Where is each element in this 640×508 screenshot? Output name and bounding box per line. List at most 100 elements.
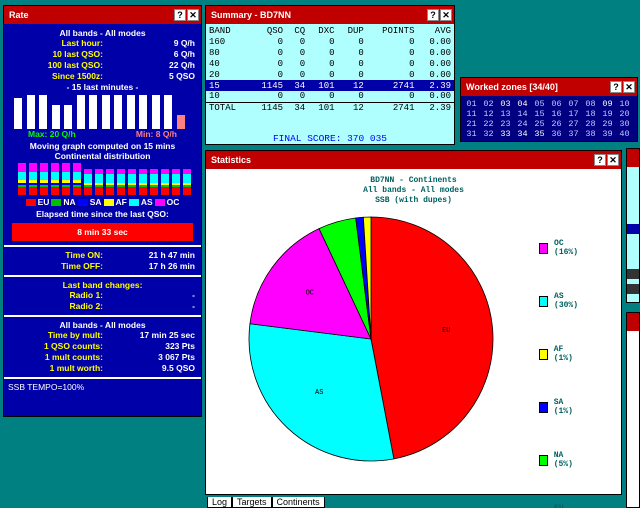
zone-cell: 36: [551, 129, 562, 139]
max-rate-label: Max: 20 Q/h: [28, 129, 76, 139]
pie-legend-label: EU (47%): [554, 504, 581, 508]
minute-bar: [101, 95, 110, 129]
table-cell: 0: [358, 91, 364, 102]
rate-titlebar[interactable]: Rate ? ✕: [4, 6, 201, 24]
rate-stat-row: 10 last QSO: 6 Q/h: [4, 49, 201, 60]
table-row[interactable]: 160 0 0 0 0 0 0.00: [206, 36, 454, 47]
pie-legend-item-na: NA (5%): [539, 451, 576, 469]
partial-window-right[interactable]: [626, 148, 640, 303]
statistics-window[interactable]: Statistics ? ✕ BD7NN - Continents All ba…: [205, 150, 622, 508]
worked-zones-window[interactable]: Worked zones [34/40] ? ✕ 01 02 03 04 05 06 07 0…: [460, 77, 638, 142]
summary-title: Summary - BD7NN: [211, 10, 292, 20]
zone-cell: 35: [534, 129, 545, 139]
table-row[interactable]: 40 0 0 0 0 0 0.00: [206, 58, 454, 69]
continent-bar-segment: [183, 185, 191, 187]
zone-cell: 04: [517, 99, 528, 109]
column-header: BAND: [209, 25, 231, 36]
legend-item-na: NA: [51, 197, 76, 207]
zone-cell: 02: [483, 99, 494, 109]
zone-cell: 27: [568, 119, 579, 129]
table-cell: 0.00: [429, 36, 451, 47]
continent-bar-segment: [40, 172, 48, 180]
elapsed-label: Elapsed time since the last QSO:: [36, 209, 169, 219]
divider: [4, 377, 201, 379]
rate-window[interactable]: Rate ? ✕ All bands - All modes Last hour…: [3, 5, 202, 417]
legend-swatch: [128, 198, 139, 206]
help-icon[interactable]: ?: [174, 9, 186, 21]
zone-cell: 17: [568, 109, 579, 119]
divider: [4, 315, 201, 317]
continent-bar-segment: [139, 174, 147, 183]
mode-tempo-status: SSB TEMPO=100%: [8, 382, 85, 392]
zone-cell: 24: [517, 119, 528, 129]
continent-bar-segment: [161, 174, 169, 183]
partial-window-right-2[interactable]: [626, 312, 640, 508]
zone-cell: 18: [585, 109, 596, 119]
legend-label: SA: [89, 197, 102, 207]
zone-cell: 01: [466, 99, 477, 109]
table-row[interactable]: 20 0 0 0 0 0 0.00: [206, 69, 454, 80]
table-row[interactable]: 10 0 0 0 0 0 0.00: [206, 91, 454, 102]
zone-cell: 31: [466, 129, 477, 139]
table-cell: 160: [209, 36, 226, 47]
table-row[interactable]: 80 0 0 0 0 0 0.00: [206, 47, 454, 58]
table-cell: 0: [409, 58, 415, 69]
zone-cell: 11: [466, 109, 477, 119]
continent-bar-segment: [150, 187, 158, 195]
continent-bar-segment: [29, 172, 37, 180]
rate-rows: Last hour: 9 Q/h 10 last QSO: 6 Q/h 100 last…: [4, 38, 201, 82]
mult-stat-label: 1 QSO counts:: [43, 341, 103, 351]
mult-stat-label: 1 mult counts:: [44, 352, 103, 362]
zone-cell: 33: [500, 129, 511, 139]
close-icon[interactable]: ✕: [187, 9, 199, 21]
table-cell: 20: [209, 69, 220, 80]
help-icon[interactable]: ?: [610, 81, 622, 93]
pie-legend-item-oc: OC (16%): [539, 239, 581, 257]
continent-bar-segment: [161, 169, 169, 174]
continent-bar-segment: [62, 163, 70, 172]
tab-log[interactable]: Log: [207, 497, 233, 508]
legend-swatch: [25, 198, 36, 206]
time-off-label: Time OFF:: [61, 261, 103, 271]
zone-cell: 10: [619, 99, 630, 109]
summary-window[interactable]: Summary - BD7NN ? ✕ BAND QSO CQ DXC DUP POINT…: [205, 5, 455, 145]
zones-titlebar[interactable]: Worked zones [34/40] ? ✕: [461, 78, 637, 96]
minute-bar: [164, 95, 172, 129]
zone-cell: 26: [551, 119, 562, 129]
mult-stat-row: Time by mult: 17 min 25 sec: [4, 330, 201, 341]
zone-cell: 40: [619, 129, 630, 139]
stats-tabs: Log Targets Continents: [207, 497, 325, 508]
summary-titlebar[interactable]: Summary - BD7NN ? ✕: [206, 6, 454, 24]
continent-bar-segment: [172, 185, 180, 187]
continent-bar-segment: [62, 183, 70, 185]
rate-header: All bands - All modes: [59, 28, 146, 38]
help-icon[interactable]: ?: [594, 154, 606, 166]
close-icon[interactable]: ✕: [607, 154, 619, 166]
continent-bar-segment: [117, 174, 125, 183]
radio2-label: Radio 2:: [69, 301, 103, 311]
help-icon[interactable]: ?: [427, 9, 439, 21]
legend-item-sa: SA: [77, 197, 102, 207]
zone-cell: 28: [585, 119, 596, 129]
tab-targets[interactable]: Targets: [232, 497, 272, 508]
continent-bar-segment: [73, 163, 81, 172]
legend-swatch: [77, 198, 88, 206]
table-cell: 0: [409, 69, 415, 80]
legend-label: AS: [140, 197, 153, 207]
continent-bar-segment: [139, 183, 147, 185]
continent-bar-segment: [172, 187, 180, 195]
close-icon[interactable]: ✕: [623, 81, 635, 93]
zone-cell: 09: [602, 99, 613, 109]
table-row[interactable]: 15 1145 34 101 12 2741 2.39: [206, 80, 454, 91]
continent-bar-segment: [73, 185, 81, 187]
table-cell: 0: [299, 36, 306, 47]
close-icon[interactable]: ✕: [440, 9, 452, 21]
rate-stat-row: 100 last QSO: 22 Q/h: [4, 60, 201, 71]
minute-bar: [76, 95, 85, 129]
zone-cell: 22: [483, 119, 494, 129]
tab-continents[interactable]: Continents: [271, 497, 325, 508]
zone-cell: 19: [602, 109, 613, 119]
last-15-minutes-label: - 15 last minutes -: [66, 82, 139, 92]
stats-titlebar[interactable]: Statistics ? ✕: [206, 151, 621, 169]
zone-cell: 25: [534, 119, 545, 129]
